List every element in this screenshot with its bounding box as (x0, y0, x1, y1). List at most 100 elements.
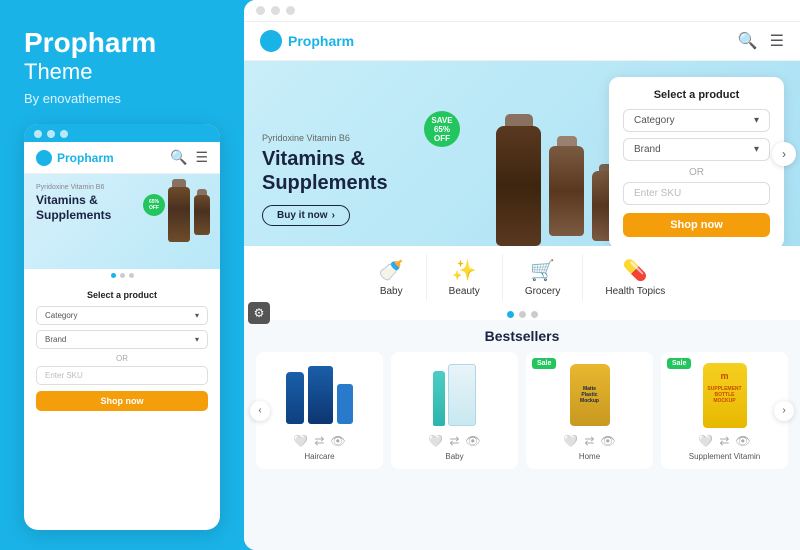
beauty-icon: ✨ (452, 258, 477, 283)
site-nav: Propharm 🔍 ☰ (244, 22, 800, 61)
product-card-baby[interactable]: 🤍 ⇄ 👁 Baby (391, 352, 518, 469)
category-health[interactable]: 💊 Health Topics (583, 254, 687, 301)
product-card-supplement[interactable]: Sale m SUPPLEMENTBOTTLEMOCKUP 🤍 ⇄ 👁 Supp… (661, 352, 788, 469)
health-icon: 💊 (623, 258, 648, 283)
shop-now-button[interactable]: Shop now (623, 213, 770, 237)
haircare-actions: 🤍 ⇄ 👁 (264, 434, 375, 448)
mobile-nav-icons: 🔍 ☰ (170, 149, 208, 166)
hero-bottles (496, 114, 620, 246)
baby-view-icon[interactable]: 👁 (465, 434, 480, 448)
hero-next-arrow[interactable]: › (772, 142, 796, 166)
mobile-dot-2 (47, 130, 55, 138)
hero-bottle-medium (549, 146, 584, 236)
supplement-compare-icon[interactable]: ⇄ (719, 434, 729, 448)
category-baby[interactable]: 🍼 Baby (357, 254, 427, 301)
browser-dot-3 (286, 6, 295, 15)
hero-save-badge: SAVE65%OFF (424, 111, 460, 147)
site-search-icon[interactable]: 🔍 (738, 31, 758, 51)
site-logo: Propharm (260, 30, 354, 52)
mobile-category-label: Category (45, 311, 77, 320)
grocery-label: Grocery (525, 286, 561, 297)
products-row: ‹ 🤍 ⇄ 👁 Haircare (256, 352, 788, 469)
products-next-arrow[interactable]: › (774, 401, 794, 421)
select-product-title: Select a product (623, 89, 770, 101)
haircare-view-icon[interactable]: 👁 (330, 434, 345, 448)
mobile-hero: Pyridoxine Vitamin B6 Vitamins &Suppleme… (24, 174, 220, 269)
right-panel: Propharm 🔍 ☰ Pyridoxine Vitamin B6 Vitam… (244, 0, 800, 550)
site-nav-icons: 🔍 ☰ (738, 31, 784, 51)
category-dropdown[interactable]: Category ▾ (623, 109, 770, 132)
browser-bar (244, 0, 800, 22)
baby-wishlist-icon[interactable]: 🤍 (428, 434, 443, 448)
baby-compare-icon[interactable]: ⇄ (449, 434, 459, 448)
mobile-preview: Propharm 🔍 ☰ Pyridoxine Vitamin B6 Vitam… (24, 124, 220, 530)
mobile-brand-chevron: ▾ (195, 335, 199, 344)
dot-3 (129, 273, 134, 278)
site-logo-text: Propharm (288, 33, 354, 49)
home-wishlist-icon[interactable]: 🤍 (563, 434, 578, 448)
product-card-home[interactable]: Sale MattePlasticMockup 🤍 ⇄ 👁 Home (526, 352, 653, 469)
mobile-category-chevron: ▾ (195, 311, 199, 320)
products-prev-arrow[interactable]: ‹ (250, 401, 270, 421)
home-view-icon[interactable]: 👁 (600, 434, 615, 448)
buy-now-arrow: › (332, 210, 335, 221)
mobile-select-title: Select a product (36, 290, 208, 300)
mobile-menu-icon[interactable]: ☰ (195, 149, 208, 166)
home-compare-icon[interactable]: ⇄ (584, 434, 594, 448)
mobile-dot-3 (60, 130, 68, 138)
brand-label: Brand (634, 144, 661, 155)
brand-dropdown[interactable]: Brand ▾ (623, 138, 770, 161)
category-beauty[interactable]: ✨ Beauty (427, 254, 503, 301)
byline: By enovathemes (24, 91, 220, 106)
brand-title: Propharm (24, 28, 220, 59)
slide-dot-2[interactable] (519, 311, 526, 318)
slide-dot-3[interactable] (531, 311, 538, 318)
category-grocery[interactable]: 🛒 Grocery (503, 254, 584, 301)
supplement-view-icon[interactable]: 👁 (735, 434, 750, 448)
baby-icon: 🍼 (379, 258, 404, 283)
site-menu-icon[interactable]: ☰ (770, 31, 784, 51)
select-product-card: Select a product Category ▾ Brand ▾ OR E… (609, 77, 784, 246)
mobile-logo-text: Propharm (57, 151, 114, 165)
supplement-bottle: m SUPPLEMENTBOTTLEMOCKUP (703, 363, 747, 428)
slide-dot-1[interactable] (507, 311, 514, 318)
mobile-dots (24, 269, 220, 282)
supplement-sale-badge: Sale (667, 358, 691, 369)
baby-label: Baby (380, 286, 403, 297)
buy-now-button[interactable]: Buy it now › (262, 205, 350, 226)
haircare-compare-icon[interactable]: ⇄ (314, 434, 324, 448)
beauty-label: Beauty (449, 286, 480, 297)
sku-input[interactable]: Enter SKU (623, 182, 770, 205)
mobile-category-dropdown[interactable]: Category ▾ (36, 306, 208, 325)
category-label: Category (634, 115, 675, 126)
supplement-wishlist-icon[interactable]: 🤍 (698, 434, 713, 448)
dot-1 (111, 273, 116, 278)
home-bottle: MattePlasticMockup (570, 364, 610, 426)
health-label: Health Topics (605, 286, 665, 297)
mobile-logo-icon (36, 150, 52, 166)
product-img-baby (399, 360, 510, 430)
product-card-haircare[interactable]: 🤍 ⇄ 👁 Haircare (256, 352, 383, 469)
mobile-sku-input[interactable]: Enter SKU (36, 366, 208, 385)
bestsellers-title: Bestsellers (256, 328, 788, 344)
mobile-brand-dropdown[interactable]: Brand ▾ (36, 330, 208, 349)
home-sale-badge: Sale (532, 358, 556, 369)
mobile-hero-bottle (168, 179, 210, 242)
haircare-bottle (286, 366, 353, 424)
product-img-supplement: m SUPPLEMENTBOTTLEMOCKUP (669, 360, 780, 430)
mobile-or-text: OR (36, 354, 208, 363)
mobile-search-icon[interactable]: 🔍 (170, 149, 187, 166)
hero-bottle-large (496, 126, 541, 246)
mobile-dot-1 (34, 130, 42, 138)
mobile-nav: Propharm 🔍 ☰ (24, 142, 220, 174)
settings-gear-button[interactable]: ⚙ (248, 302, 270, 324)
browser-dot-2 (271, 6, 280, 15)
supplement-name: Supplement Vitamin (669, 452, 780, 461)
baby-actions: 🤍 ⇄ 👁 (399, 434, 510, 448)
mobile-select-box: Select a product Category ▾ Brand ▾ OR E… (24, 282, 220, 419)
left-panel: Propharm Theme By enovathemes Propharm 🔍… (0, 0, 244, 550)
haircare-wishlist-icon[interactable]: 🤍 (293, 434, 308, 448)
brand-subtitle: Theme (24, 59, 220, 85)
grocery-icon: 🛒 (530, 258, 555, 283)
mobile-shop-button[interactable]: Shop now (36, 391, 208, 411)
